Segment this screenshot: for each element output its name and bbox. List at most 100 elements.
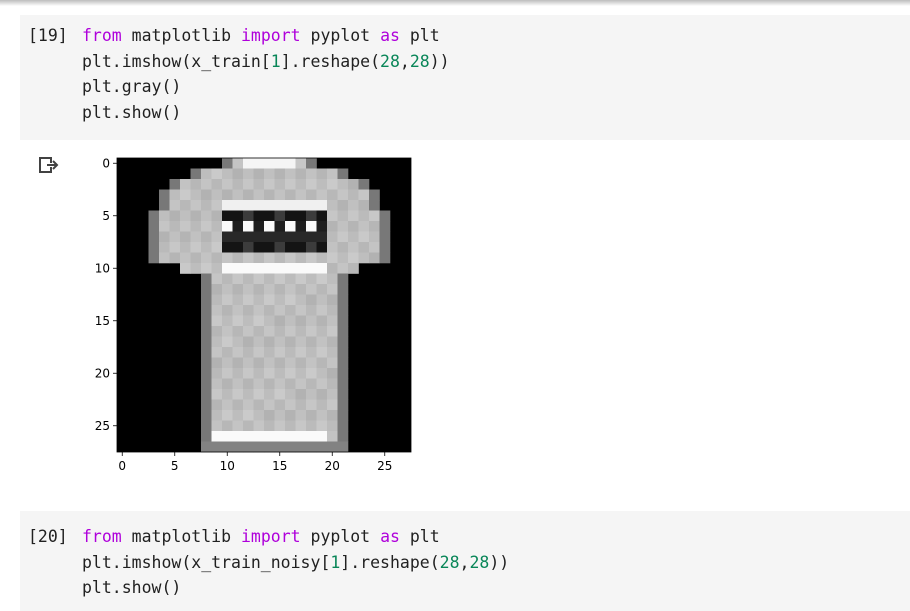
image-pixel	[285, 242, 296, 253]
image-pixel	[285, 347, 296, 358]
code-line[interactable]: plt.show()	[82, 100, 450, 126]
image-pixel	[379, 252, 391, 264]
image-pixel	[295, 399, 307, 411]
image-pixel	[358, 242, 370, 253]
image-pixel	[306, 168, 317, 180]
image-pixel	[180, 252, 191, 264]
image-pixel	[274, 158, 286, 169]
image-pixel	[169, 210, 181, 222]
image-pixel	[264, 347, 275, 358]
image-pixel	[274, 221, 286, 232]
image-pixel	[327, 221, 338, 232]
image-pixel	[180, 263, 191, 274]
image-pixel	[201, 221, 212, 232]
image-pixel	[201, 410, 212, 421]
image-pixel	[327, 252, 338, 264]
code-token: ))	[489, 552, 510, 572]
code-number: 28	[409, 51, 430, 71]
image-pixel	[337, 273, 349, 285]
image-pixel	[169, 189, 181, 201]
code-cell-19[interactable]: [19] from matplotlib import pyplot as pl…	[20, 15, 910, 140]
code-editor[interactable]: from matplotlib import pyplot as plt plt.…	[82, 524, 509, 601]
code-line[interactable]: plt.imshow(x_train_noisy[1].reshape(28,2…	[82, 550, 509, 576]
image-pixel	[337, 389, 349, 400]
image-pixel	[180, 231, 191, 243]
x-tick-label: 25	[377, 459, 392, 473]
image-pixel	[337, 378, 349, 390]
image-pixel	[274, 315, 286, 327]
image-pixel	[232, 242, 244, 253]
image-pixel	[285, 441, 296, 453]
image-pixel	[211, 431, 223, 442]
image-pixel	[201, 347, 212, 358]
image-pixel	[201, 431, 212, 442]
image-pixel	[327, 305, 338, 316]
image-pixel	[327, 168, 338, 180]
image-pixel	[264, 305, 275, 316]
output-arrow-icon[interactable]	[38, 155, 60, 177]
image-pixel	[201, 399, 212, 411]
execution-count[interactable]: [20]	[28, 524, 68, 550]
image-pixel	[180, 221, 191, 232]
image-pixel	[337, 336, 349, 348]
image-pixel	[253, 410, 265, 421]
x-tick-label: 5	[171, 459, 179, 473]
image-pixel	[232, 210, 244, 222]
code-line[interactable]: plt.imshow(x_train[1].reshape(28,28))	[82, 49, 450, 75]
image-pixel	[253, 347, 265, 358]
image-pixel	[274, 189, 286, 201]
image-pixel	[295, 305, 307, 316]
code-token: pyplot	[300, 26, 381, 45]
image-pixel	[222, 441, 233, 453]
image-pixel	[295, 200, 307, 211]
image-pixel	[264, 315, 275, 327]
image-pixel	[285, 273, 296, 285]
image-pixel	[358, 231, 370, 243]
image-pixel	[306, 252, 317, 264]
image-pixel	[369, 252, 380, 264]
image-pixel	[337, 420, 349, 432]
image-pixel	[327, 347, 338, 358]
image-pixel	[295, 263, 307, 274]
image-pixel	[232, 357, 244, 369]
image-pixel	[295, 378, 307, 390]
image-pixel	[316, 168, 328, 180]
image-pixel	[253, 242, 265, 253]
image-pixel	[337, 284, 349, 295]
code-line[interactable]: plt.show()	[82, 575, 509, 601]
image-pixel	[211, 242, 223, 253]
image-pixel	[243, 210, 254, 222]
image-pixel	[180, 189, 191, 201]
image-pixel	[274, 326, 286, 337]
code-line[interactable]: plt.gray()	[82, 74, 450, 100]
image-pixel	[327, 263, 338, 274]
image-pixel	[274, 210, 286, 222]
image-pixel	[316, 305, 328, 316]
image-pixel	[201, 368, 212, 379]
image-pixel	[285, 378, 296, 390]
code-editor[interactable]: from matplotlib import pyplot as plt plt.…	[82, 23, 450, 125]
image-pixel	[337, 357, 349, 369]
code-keyword: from	[82, 26, 122, 45]
image-pixel	[316, 368, 328, 379]
image-pixel	[295, 242, 307, 253]
image-pixel	[327, 284, 338, 295]
image-pixel	[369, 189, 380, 201]
image-pixel	[253, 179, 265, 190]
code-cell-20[interactable]: [20] from matplotlib import pyplot as pl…	[20, 511, 910, 611]
image-pixel	[316, 221, 328, 232]
image-pixel	[222, 389, 233, 400]
execution-count[interactable]: [19]	[28, 23, 68, 49]
image-pixel	[201, 200, 212, 211]
image-pixel	[264, 336, 275, 348]
image-pixel	[295, 420, 307, 432]
image-pixel	[264, 420, 275, 432]
image-pixel	[264, 252, 275, 264]
code-line[interactable]: from matplotlib import pyplot as plt	[82, 524, 509, 550]
image-pixel	[243, 273, 254, 285]
code-token: plt	[399, 527, 440, 546]
image-pixel	[243, 200, 254, 211]
image-pixel	[232, 168, 244, 180]
code-line[interactable]: from matplotlib import pyplot as plt	[82, 23, 450, 49]
image-pixel	[201, 441, 212, 453]
